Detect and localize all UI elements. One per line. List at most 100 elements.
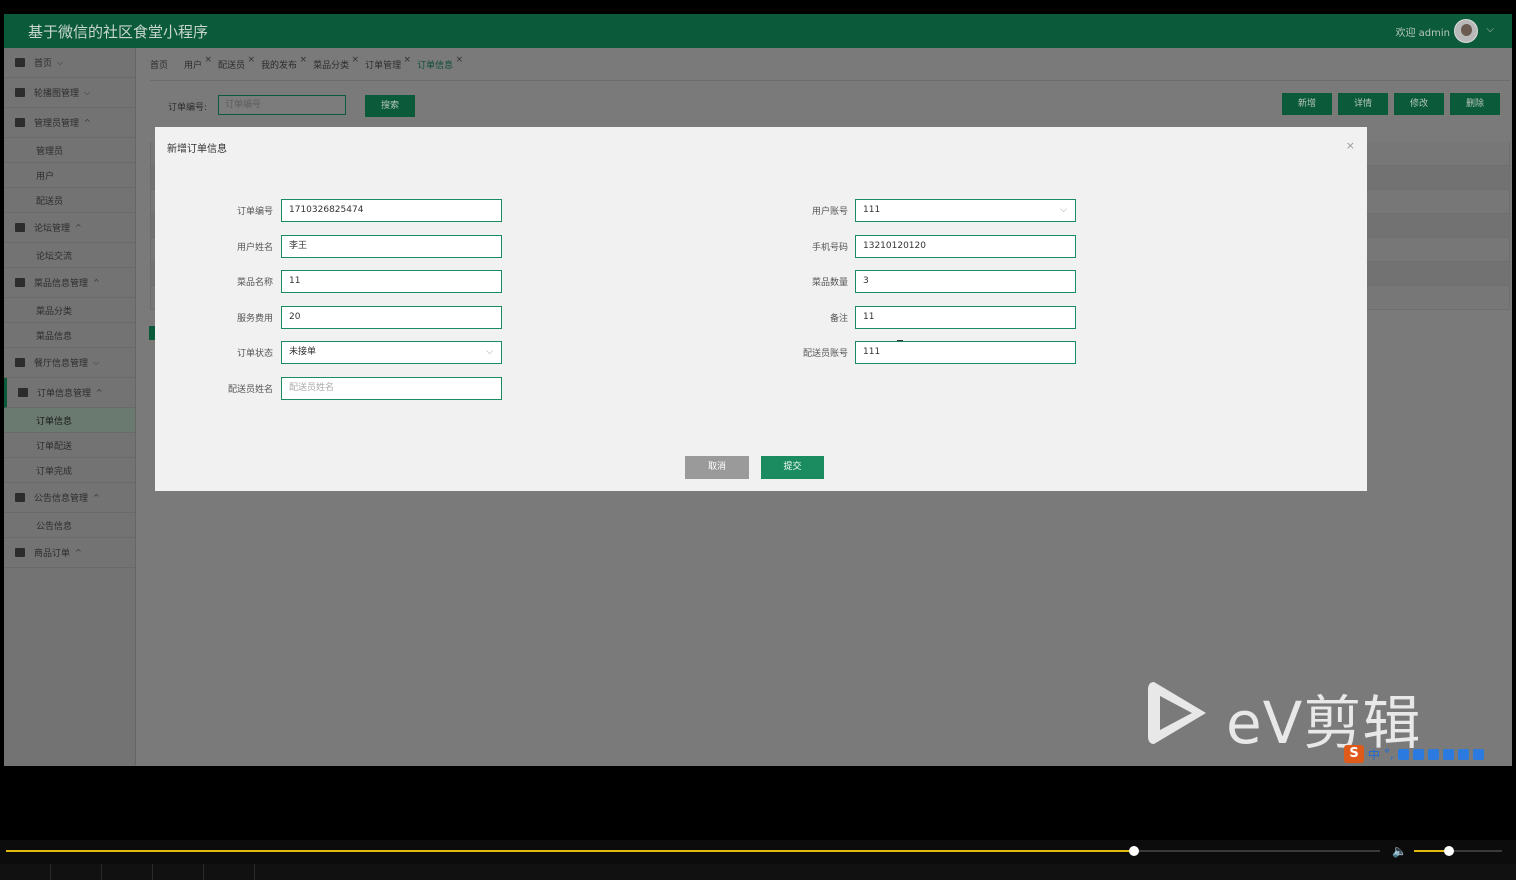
ime-toolbar[interactable]: S 中 °, bbox=[1344, 744, 1484, 764]
add-order-dialog: 新增订单信息 × 取消 提交 订单编号 1710326825474 用户姓名 李王 菜品… bbox=[155, 127, 1367, 491]
ime-punct[interactable]: °, bbox=[1384, 747, 1394, 761]
field-value: 配送员姓名 bbox=[289, 382, 335, 393]
close-icon[interactable]: × bbox=[204, 55, 212, 65]
close-icon[interactable]: × bbox=[404, 55, 412, 65]
sidebar-item[interactable]: 论坛交流 bbox=[4, 243, 135, 268]
edit-button[interactable]: 修改 bbox=[1394, 93, 1444, 115]
close-icon[interactable]: × bbox=[248, 55, 256, 65]
volume-icon[interactable]: 🔈 bbox=[1392, 844, 1407, 858]
sidebar-item-label: 订单配送 bbox=[36, 441, 73, 452]
seek-progress bbox=[6, 850, 1135, 852]
sidebar-item[interactable]: 论坛管理 ^ bbox=[4, 213, 135, 243]
tab-item[interactable]: 配送员 × bbox=[218, 55, 255, 80]
search-input[interactable]: 订单编号 bbox=[218, 95, 346, 115]
chevron-icon: ⌵ bbox=[57, 57, 64, 67]
sidebar-item[interactable]: 订单配送 bbox=[4, 433, 135, 458]
ime-logo-icon[interactable]: S bbox=[1344, 745, 1364, 763]
sidebar-item-label: 菜品信息 bbox=[36, 331, 73, 342]
sidebar-item[interactable]: 订单完成 bbox=[4, 458, 135, 483]
input-field[interactable]: 李王 bbox=[281, 234, 502, 258]
volume-handle[interactable] bbox=[1444, 846, 1455, 856]
sidebar-item[interactable]: 订单信息 bbox=[4, 408, 135, 433]
tab-item[interactable]: 菜品分类 × bbox=[313, 55, 359, 80]
sidebar-item-label: 管理员 bbox=[36, 146, 64, 157]
keyboard-icon[interactable] bbox=[1412, 748, 1424, 760]
field-label: 手机号码 bbox=[811, 242, 848, 253]
field-label: 用户账号 bbox=[811, 207, 848, 217]
emoji-icon[interactable] bbox=[1442, 748, 1454, 760]
tab-label: 我的发布 bbox=[261, 61, 298, 71]
app-title: 基于微信的社区食堂小程序 bbox=[28, 23, 209, 41]
sidebar-item[interactable]: 配送员 bbox=[4, 188, 135, 213]
field-value: 3 bbox=[863, 276, 869, 286]
tab-item[interactable]: 我的发布 × bbox=[261, 55, 307, 80]
menu-icon bbox=[18, 388, 28, 397]
sidebar-item-label: 用户 bbox=[36, 171, 55, 182]
input-field[interactable]: 111 bbox=[855, 341, 1076, 364]
cancel-button[interactable]: 取消 bbox=[685, 456, 749, 479]
close-icon[interactable]: × bbox=[300, 55, 308, 65]
avatar[interactable] bbox=[1454, 19, 1478, 43]
welcome-text: 欢迎 admin bbox=[1395, 28, 1450, 39]
sidebar-item[interactable]: 公告信息 bbox=[4, 513, 135, 538]
field-label: 配送员姓名 bbox=[227, 384, 273, 395]
sidebar-item[interactable]: 菜品信息 bbox=[4, 323, 135, 348]
chevron-icon: ^ bbox=[75, 548, 82, 557]
tab-item[interactable]: 订单管理 × bbox=[365, 55, 411, 80]
field-value: 李王 bbox=[289, 240, 308, 251]
close-icon[interactable]: × bbox=[1346, 139, 1355, 152]
volume-slider[interactable] bbox=[1414, 850, 1502, 852]
detail-button[interactable]: 详情 bbox=[1338, 93, 1388, 115]
close-icon[interactable]: × bbox=[352, 55, 360, 65]
tab-label: 订单管理 bbox=[365, 61, 402, 71]
submit-button[interactable]: 提交 bbox=[761, 456, 824, 479]
add-button[interactable]: 新增 bbox=[1282, 93, 1332, 115]
sidebar-item-label: 订单信息 bbox=[36, 416, 73, 427]
tab-label: 配送员 bbox=[218, 61, 246, 71]
chevron-down-icon[interactable]: ⌵ bbox=[1486, 24, 1494, 35]
sidebar-item[interactable]: 订单信息管理 ^ bbox=[4, 378, 135, 408]
close-icon[interactable]: × bbox=[456, 55, 464, 65]
sidebar-item-label: 论坛交流 bbox=[36, 251, 73, 262]
settings-icon[interactable] bbox=[1472, 748, 1484, 760]
input-field[interactable]: 20 bbox=[281, 305, 502, 329]
input-field[interactable]: 1710326825474 bbox=[281, 199, 502, 222]
chevron-icon: ^ bbox=[96, 388, 103, 397]
seek-bar[interactable] bbox=[6, 850, 1380, 852]
input-field[interactable]: 3 bbox=[855, 270, 1076, 293]
sidebar-item[interactable]: 商品订单 ^ bbox=[4, 538, 135, 568]
input-field[interactable]: 11 bbox=[855, 305, 1076, 329]
sidebar-item[interactable]: 管理员 bbox=[4, 138, 135, 163]
skin-icon[interactable] bbox=[1427, 748, 1439, 760]
microphone-icon[interactable] bbox=[1397, 748, 1409, 760]
chevron-icon: ⌵ bbox=[93, 357, 100, 367]
select-field[interactable]: 未接单 ⌵ bbox=[281, 341, 502, 364]
tab-item[interactable]: 用户 × bbox=[184, 55, 212, 80]
sidebar-item[interactable]: 公告信息管理 ^ bbox=[4, 483, 135, 513]
sidebar-item[interactable]: 餐厅信息管理 ⌵ bbox=[4, 348, 135, 378]
field-label: 备注 bbox=[829, 313, 848, 324]
input-field[interactable]: 配送员姓名 bbox=[281, 376, 502, 400]
sidebar-item[interactable]: 管理员管理 ^ bbox=[4, 108, 135, 138]
sidebar-item[interactable]: 首页 ⌵ bbox=[4, 48, 135, 78]
sidebar-item-label: 首页 bbox=[34, 59, 53, 69]
select-field[interactable]: 111 ⌵ bbox=[855, 199, 1076, 222]
sidebar-item[interactable]: 菜品信息管理 ^ bbox=[4, 268, 135, 298]
seek-handle[interactable] bbox=[1129, 846, 1140, 856]
sidebar-item[interactable]: 用户 bbox=[4, 163, 135, 188]
tab-item[interactable]: 订单信息 × bbox=[417, 55, 463, 80]
tab-label: 订单信息 bbox=[417, 61, 454, 71]
sidebar-item-label: 菜品信息管理 bbox=[34, 279, 89, 289]
sidebar-item-label: 订单信息管理 bbox=[37, 389, 92, 399]
tab-item[interactable]: 首页 bbox=[150, 58, 174, 80]
input-field[interactable]: 13210120120 bbox=[855, 234, 1076, 258]
input-field[interactable]: 11 bbox=[281, 270, 502, 293]
field-value: 111 bbox=[863, 205, 881, 215]
menu-icon bbox=[15, 278, 25, 287]
sidebar-item[interactable]: 菜品分类 bbox=[4, 298, 135, 323]
sidebar-item[interactable]: 轮播图管理 ⌵ bbox=[4, 78, 135, 108]
delete-button[interactable]: 删除 bbox=[1450, 93, 1500, 115]
toolbox-icon[interactable] bbox=[1457, 748, 1469, 760]
search-button[interactable]: 搜索 bbox=[365, 95, 415, 117]
ime-lang[interactable]: 中 bbox=[1368, 746, 1380, 763]
